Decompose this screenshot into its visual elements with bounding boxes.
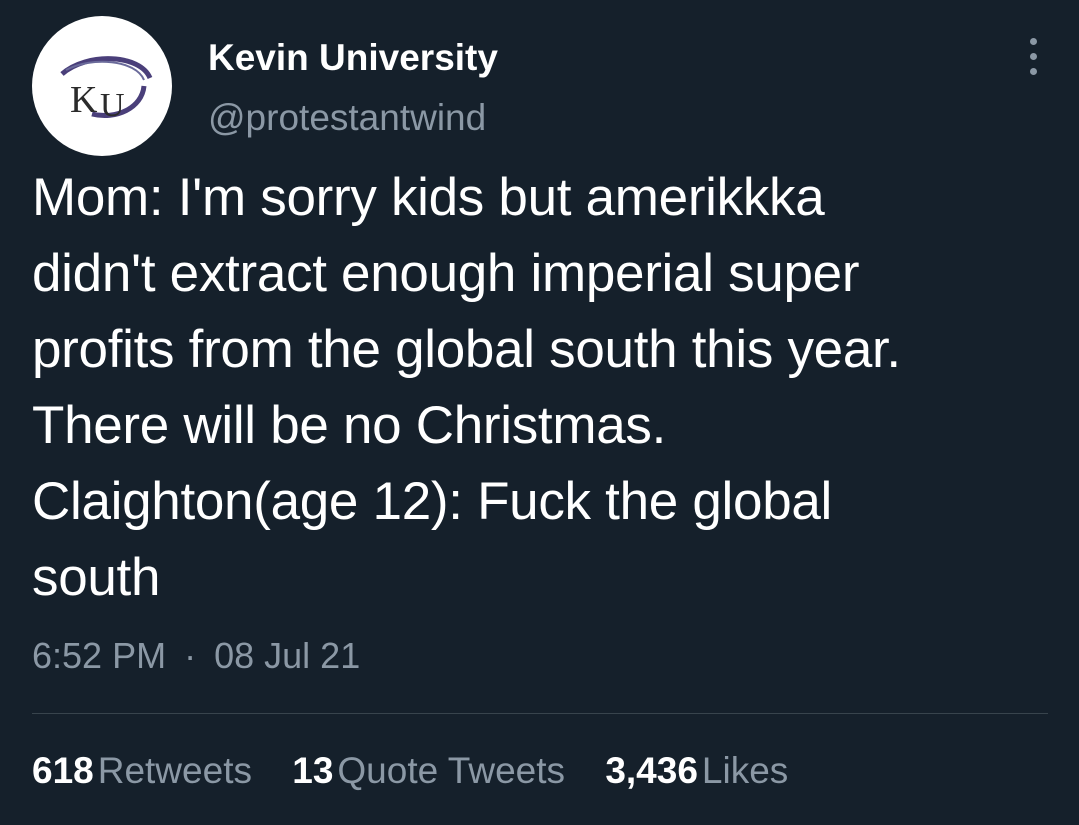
divider [32,713,1048,714]
more-options-button[interactable] [1020,32,1048,82]
retweets-stat[interactable]: 618 Retweets [32,746,252,796]
tweet-time[interactable]: 6:52 PM [32,632,166,680]
timestamp-separator: · [184,635,197,676]
tweet-card: K U Kevin University @protestantwind Mom… [0,0,1079,825]
likes-count: 3,436 [605,750,698,791]
more-vertical-icon [1030,68,1037,75]
avatar[interactable]: K U [32,16,172,156]
author-display-name[interactable]: Kevin University [208,36,498,80]
tweet-date[interactable]: 08 Jul 21 [214,632,360,680]
quote-tweets-count: 13 [292,750,334,791]
tweet-text: Mom: I'm sorry kids but amerikkka didn't… [32,168,901,607]
more-vertical-icon [1030,53,1037,60]
retweets-label: Retweets [97,750,252,791]
author-handle[interactable]: @protestantwind [208,96,498,140]
retweets-count: 618 [32,750,94,791]
tweet-stats: 618 Retweets 13 Quote Tweets 3,436 Likes [32,746,818,796]
author-info: Kevin University @protestantwind [208,36,498,140]
tweet-timestamp: 6:52 PM · 08 Jul 21 [32,632,360,680]
quote-tweets-label: Quote Tweets [337,750,566,791]
quote-tweets-stat[interactable]: 13 Quote Tweets [292,746,565,796]
tweet-header: K U Kevin University @protestantwind [32,16,1048,156]
likes-stat[interactable]: 3,436 Likes [605,746,788,796]
avatar-letter-k: K [70,79,98,121]
avatar-letter-u: U [100,87,125,124]
ku-logo-icon: K U [60,56,153,124]
likes-label: Likes [701,750,789,791]
more-vertical-icon [1030,38,1037,45]
